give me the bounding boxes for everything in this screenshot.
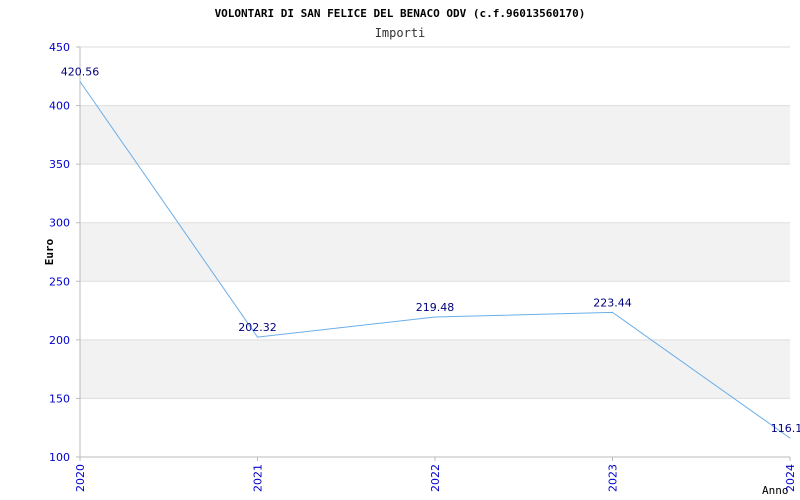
grid-band [80,47,790,106]
y-tick-label: 100 [49,451,70,464]
data-label: 219.48 [416,301,455,314]
grid-band [80,398,790,457]
y-tick-label: 200 [49,334,70,347]
y-tick-label: 300 [49,217,70,230]
y-tick-label: 400 [49,100,70,113]
x-tick-label: 2023 [607,464,620,492]
chart-title: VOLONTARI DI SAN FELICE DEL BENACO ODV (… [215,7,586,20]
data-label: 202.32 [238,321,277,334]
y-tick-label: 150 [49,392,70,405]
chart-subtitle: Importi [375,26,426,40]
y-axis-label: Euro [43,238,56,265]
grid-band [80,339,790,399]
data-point [789,437,791,439]
y-tick-label: 350 [49,158,70,171]
data-label: 420.56 [61,65,100,78]
grid-band [80,164,790,223]
plot-background [80,46,790,458]
x-tick-label: 2020 [74,464,87,492]
data-point [79,80,81,82]
x-tick-label: 2022 [429,464,442,492]
x-tick-label: 2021 [252,464,265,492]
data-point [434,316,436,318]
y-tick-label: 450 [49,41,70,54]
data-point [612,311,613,313]
x-axis-ticks: 2020 2021 2022 2023 2024 [74,457,797,492]
line-chart: VOLONTARI DI SAN FELICE DEL BENACO ODV (… [43,7,800,497]
grid-band [80,105,790,165]
y-tick-label: 250 [49,275,70,288]
data-label: 223.44 [593,296,632,309]
data-label: 116.11 [771,422,800,435]
x-axis-label: Anno [762,484,789,497]
grid-band [80,222,790,282]
data-point [257,336,258,338]
